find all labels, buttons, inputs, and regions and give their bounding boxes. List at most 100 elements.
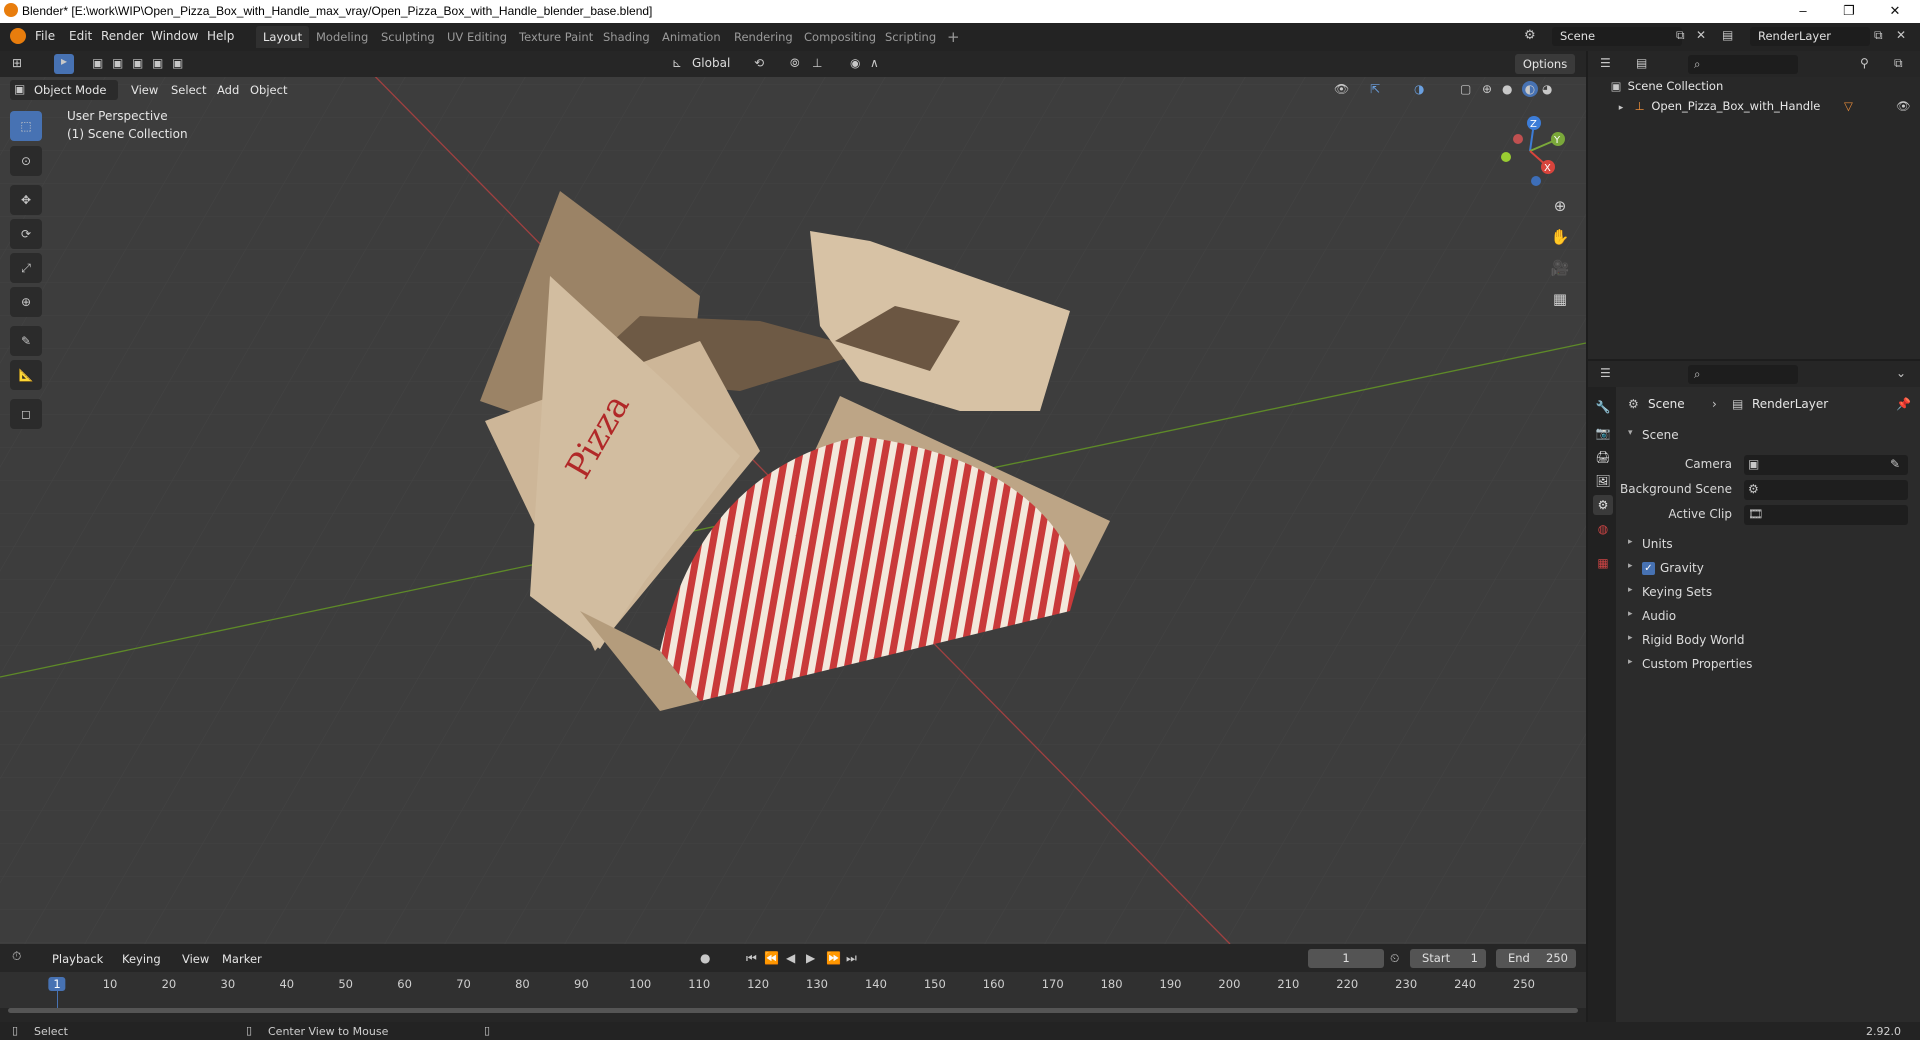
tab-uv-editing[interactable]: UV Editing <box>440 26 514 48</box>
zoom-icon[interactable]: ⊕ <box>1545 191 1575 221</box>
background-scene-field[interactable]: ⚙ <box>1744 480 1908 500</box>
display-mode-icon[interactable]: ▤ <box>1636 56 1647 70</box>
tab-animation[interactable]: Animation <box>655 26 728 48</box>
tab-modeling[interactable]: Modeling <box>309 26 375 48</box>
select-new-icon[interactable]: ▣ <box>92 56 103 70</box>
chevron-down-icon[interactable]: ⌄ <box>1896 366 1906 380</box>
properties-editor-icon[interactable]: ☰ <box>1600 366 1611 380</box>
pivot-icon[interactable]: ⟲ <box>754 56 764 70</box>
new-collection-icon[interactable]: ⧉ <box>1894 56 1903 71</box>
tool-scale[interactable]: ⤢ <box>10 253 42 283</box>
units-panel[interactable]: ▸ Units <box>1622 534 1920 556</box>
select-extend-icon[interactable]: ▣ <box>112 56 123 70</box>
snap-target-icon[interactable]: ⊥ <box>812 56 822 70</box>
wireframe-shading-icon[interactable]: ⊕ <box>1482 82 1492 96</box>
view-layer-tab-icon[interactable]: 🖼 <box>1593 471 1613 491</box>
outliner-root[interactable]: ▣ Scene Collection <box>1608 79 1724 99</box>
pin-icon[interactable]: 📌 <box>1896 397 1911 411</box>
editor-type-icon[interactable]: ⊞ <box>12 56 22 70</box>
texture-tab-icon[interactable]: ▦ <box>1593 553 1613 573</box>
tab-scripting[interactable]: Scripting <box>878 26 943 48</box>
scene-tab-icon[interactable]: ⚙ <box>1593 495 1613 515</box>
scene-selector[interactable]: Scene <box>1552 27 1682 46</box>
menu-keying[interactable]: Keying <box>122 952 161 966</box>
navigation-gizmo[interactable]: Z Y X <box>1490 111 1570 191</box>
tool-select-box[interactable]: ⬚ <box>10 111 42 141</box>
jump-end-icon[interactable]: ⏭ <box>846 951 857 966</box>
tab-texture-paint[interactable]: Texture Paint <box>512 26 600 48</box>
remove-view-layer-icon[interactable]: ✕ <box>1896 28 1906 42</box>
outliner-search-input[interactable]: ⌕ <box>1688 55 1798 74</box>
tab-layout[interactable]: Layout <box>256 26 310 48</box>
falloff-icon[interactable]: ∧ <box>870 56 879 70</box>
material-shading-icon[interactable]: ◐ <box>1522 81 1538 97</box>
pan-hand-icon[interactable]: ✋ <box>1545 222 1575 252</box>
menu-playback[interactable]: Playback <box>52 952 103 966</box>
tab-sculpting[interactable]: Sculpting <box>374 26 442 48</box>
menu-edit[interactable]: Edit <box>69 29 92 43</box>
select-intersect-icon[interactable]: ▣ <box>172 56 183 70</box>
tab-shading[interactable]: Shading <box>596 26 657 48</box>
keying-sets-panel[interactable]: ▸ Keying Sets <box>1622 582 1920 604</box>
new-scene-icon[interactable]: ⧉ <box>1676 28 1685 43</box>
outliner-item[interactable]: ▸ ⊥ Open_Pizza_Box_with_Handle ▽ 👁 <box>1614 99 1914 119</box>
tool-annotate[interactable]: ✎ <box>10 326 42 356</box>
grid-icon[interactable]: ▦ <box>1545 284 1575 314</box>
play-reverse-icon[interactable]: ◀ <box>786 951 795 965</box>
rigid-body-world-panel[interactable]: ▸ Rigid Body World <box>1622 630 1920 652</box>
menu-render[interactable]: Render <box>101 29 144 43</box>
properties-search-input[interactable]: ⌕ <box>1688 365 1798 384</box>
menu-window[interactable]: Window <box>151 29 198 43</box>
visibility-icon[interactable]: 👁 <box>1334 82 1349 96</box>
render-tab-icon[interactable]: 📷 <box>1593 423 1613 443</box>
audio-panel[interactable]: ▸ Audio <box>1622 606 1920 628</box>
next-keyframe-icon[interactable]: ⏩ <box>826 951 841 965</box>
tool-tab-icon[interactable]: 🔧 <box>1593 397 1613 417</box>
menu-view[interactable]: View <box>131 83 158 97</box>
gravity-panel[interactable]: ▸ ✓ Gravity <box>1622 558 1920 580</box>
remove-scene-icon[interactable]: ✕ <box>1696 28 1706 42</box>
menu-object[interactable]: Object <box>250 83 287 97</box>
rendered-shading-icon[interactable]: ◕ <box>1542 82 1552 96</box>
filter-icon[interactable]: ⚲ <box>1860 56 1869 70</box>
record-icon[interactable]: ● <box>700 951 710 965</box>
xray-icon[interactable]: ▢ <box>1460 82 1471 96</box>
expand-arrow-icon[interactable]: ▸ <box>1614 103 1628 113</box>
jump-start-icon[interactable]: ⏮ <box>746 951 757 966</box>
camera-icon[interactable]: 🎥 <box>1545 253 1575 283</box>
menu-help[interactable]: Help <box>207 29 234 43</box>
prev-keyframe-icon[interactable]: ⏪ <box>764 951 779 965</box>
eye-icon[interactable]: 👁 <box>1896 99 1911 113</box>
maximize-button[interactable]: ❐ <box>1826 0 1872 23</box>
play-icon[interactable]: ▶ <box>806 951 815 965</box>
tool-move[interactable]: ✥ <box>10 185 42 215</box>
options-dropdown[interactable]: Options <box>1515 54 1575 74</box>
3d-viewport[interactable]: Pizza ⊞ ▸ ▣ ▣ ▣ ▣ ▣ ⊾ Global ⟲ ⦾ ⊥ ◉ ∧ O… <box>0 51 1586 944</box>
menu-view[interactable]: View <box>182 952 209 966</box>
timeline-scrollbar[interactable] <box>8 1008 1578 1013</box>
tab-compositing[interactable]: Compositing <box>797 26 883 48</box>
timeline-editor-icon[interactable]: ⏱ <box>12 949 21 964</box>
current-frame-indicator[interactable]: 1 <box>48 977 66 991</box>
view-layer-selector[interactable]: RenderLayer <box>1750 27 1870 46</box>
blender-menu-icon[interactable] <box>10 28 26 44</box>
current-frame-field[interactable]: 1 <box>1308 949 1384 968</box>
camera-field[interactable]: ▣ ✎ <box>1744 455 1908 475</box>
solid-shading-icon[interactable]: ● <box>1502 82 1512 96</box>
tool-cursor[interactable]: ⊙ <box>10 146 42 176</box>
close-button[interactable]: ✕ <box>1872 0 1918 23</box>
playhead-line[interactable] <box>57 990 58 1008</box>
gravity-checkbox[interactable]: ✓ <box>1642 562 1655 575</box>
tool-rotate[interactable]: ⟳ <box>10 219 42 249</box>
world-tab-icon[interactable]: ◍ <box>1593 519 1613 539</box>
gizmo-toggle-icon[interactable]: ⇱ <box>1370 82 1380 96</box>
outliner-editor-icon[interactable]: ☰ <box>1600 56 1611 70</box>
tool-add-cube[interactable]: ◻ <box>10 399 42 429</box>
tool-transform[interactable]: ⊕ <box>10 287 42 317</box>
menu-add[interactable]: Add <box>217 83 239 97</box>
eyedropper-icon[interactable]: ✎ <box>1890 457 1900 471</box>
scene-panel-header[interactable]: ▾ Scene <box>1622 425 1920 447</box>
add-workspace-button[interactable]: + <box>940 26 967 48</box>
select-invert-icon[interactable]: ▣ <box>152 56 163 70</box>
start-frame-field[interactable]: Start 1 <box>1410 949 1486 968</box>
